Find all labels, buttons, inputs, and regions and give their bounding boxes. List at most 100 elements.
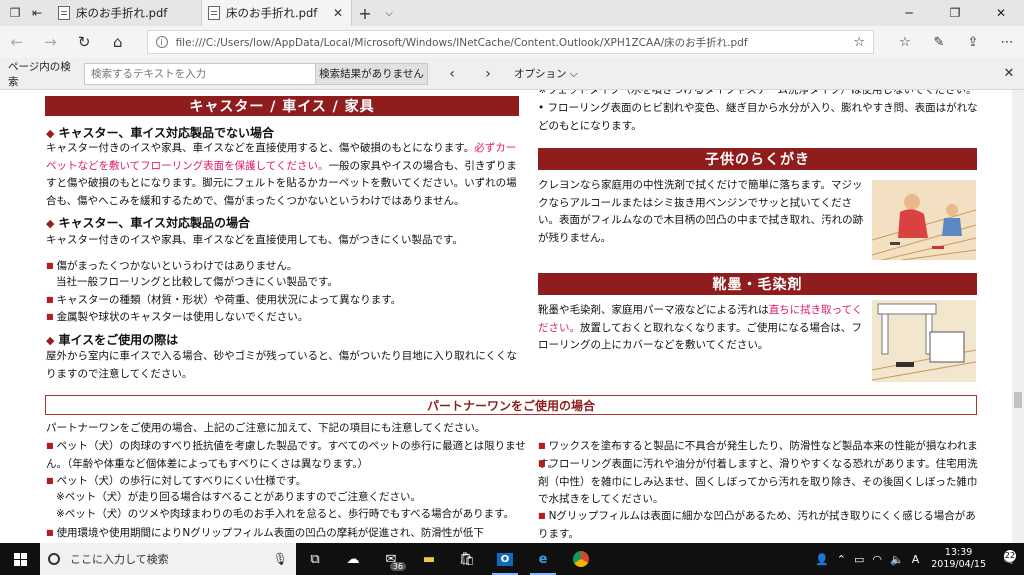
find-next-button[interactable]: › — [470, 66, 506, 82]
para-text: キャスター付きのイスや家具、車イスなどを直接使用すると、傷や破損のもとになります… — [46, 142, 475, 154]
list-item: ■ 傷がまったくつかないというわけではありません。 — [46, 257, 297, 275]
pdf-viewer[interactable]: キャスター / 車イス / 家具 ◆ キャスター、車イス対応製品でない場合 キャス… — [0, 90, 1024, 543]
tab-pdf-2[interactable]: 床のお手折れ.pdf ✕ — [202, 0, 352, 26]
find-options-button[interactable]: オプション ⌵ — [514, 66, 578, 81]
taskbar-search-placeholder: ここに入力して検索 — [70, 553, 169, 566]
minimize-button[interactable]: ─ — [886, 0, 932, 26]
find-bar: ページ内の検索 検索結果がありません ‹ › オプション ⌵ ✕ — [0, 58, 1024, 90]
paragraph-child: クレヨンなら家庭用の中性洗剤で拭くだけで簡単に落ちます。マジックならアルコールま… — [538, 179, 864, 244]
address-bar[interactable]: i file:///C:/Users/low/AppData/Local/Mic… — [146, 30, 874, 54]
input-method-icon[interactable]: A — [912, 553, 920, 566]
vertical-scrollbar[interactable] — [1012, 90, 1024, 543]
pdf-file-icon — [208, 6, 220, 20]
favorites-hub-icon[interactable]: ☆ — [888, 35, 922, 50]
taskbar-app-mail[interactable]: ✉ 36 — [372, 543, 410, 575]
new-tab-button[interactable]: + — [352, 0, 378, 26]
list-item: • フローリング表面のヒビ割れや変色、継ぎ目から水分が入り、膨れやすき問、表面は… — [538, 100, 978, 135]
info-icon[interactable]: i — [155, 36, 168, 48]
heading-text: キャスター、車イス対応製品でない場合 — [58, 126, 274, 140]
scrollbar-thumb[interactable] — [1014, 392, 1022, 408]
heading-text: キャスター、車イス対応製品の場合 — [58, 216, 250, 230]
heading-non-caster: ◆ キャスター、車イス対応製品でない場合 — [46, 124, 274, 141]
tab-preview-icon[interactable]: ❐ — [10, 6, 21, 20]
square-bullet-icon: ■ — [538, 459, 546, 468]
close-tab-icon[interactable]: ✕ — [331, 6, 345, 20]
taskbar-app-outlook[interactable]: O — [486, 543, 524, 575]
taskbar-app-edge[interactable]: e — [524, 543, 562, 575]
forward-button[interactable]: → — [34, 33, 68, 51]
heading-wheelchair: ◆ 車イスをご使用の際は — [46, 331, 178, 348]
square-bullet-icon: ■ — [538, 441, 546, 450]
taskbar-search[interactable]: ここに入力して検索 🎙 — [40, 543, 296, 575]
wifi-icon[interactable]: ◠ — [872, 553, 882, 566]
heading-caster: ◆ キャスター、車イス対応製品の場合 — [46, 214, 250, 231]
microphone-icon[interactable]: 🎙 — [273, 552, 288, 566]
taskbar-app-weather[interactable]: ☁ — [334, 543, 372, 575]
clock-date: 2019/04/15 — [931, 559, 986, 570]
tray-expand-icon[interactable]: ⌃ — [837, 553, 846, 566]
list-item: ■ フローリング表面に汚れや油分が付着しますと、滑りやすくなる恐れがあります。住宅… — [538, 455, 978, 509]
paragraph-non-caster: キャスター付きのイスや家具、車イスなどを直接使用すると、傷や破損のもとになります… — [46, 140, 522, 210]
notification-center-button[interactable]: 🗨 22 — [994, 549, 1024, 566]
taskbar: ここに入力して検索 🎙 ⧉ ☁ ✉ 36 ▬ 🛍 O e 👤 ⌃ ▭ ◠ 🔈 A … — [0, 543, 1024, 575]
restore-button[interactable]: ❐ — [932, 0, 978, 26]
square-bullet-icon: ■ — [46, 476, 54, 485]
task-view-button[interactable]: ⧉ — [296, 543, 334, 575]
list-text: 傷がまったくつかないというわけではありません。 — [56, 260, 298, 272]
diamond-icon: ◆ — [46, 127, 55, 140]
list-text: ペット（犬）の歩行に対してすべりにくい仕様です。 — [56, 475, 307, 487]
partner-heading: パートナーワンをご使用の場合 — [45, 395, 977, 415]
pen-icon[interactable]: ✎ — [922, 35, 956, 50]
home-button[interactable]: ⌂ — [101, 33, 135, 51]
notification-count: 22 — [1004, 549, 1016, 562]
clock[interactable]: 13:39 2019/04/15 — [931, 547, 986, 571]
taskbar-app-chrome[interactable] — [562, 543, 600, 575]
people-icon[interactable]: 👤 — [815, 553, 829, 566]
mail-badge: 36 — [389, 562, 406, 571]
heading-text: 車イスをご使用の際は — [58, 333, 179, 347]
section-band-child: 子供のらくがき — [538, 148, 977, 170]
list-text: フローリング表面に汚れや油分が付着しますと、滑りやすくなる恐れがあります。住宅用… — [538, 458, 978, 505]
tab-pdf-1[interactable]: 床のお手折れ.pdf — [52, 0, 202, 26]
square-bullet-icon: ■ — [46, 312, 54, 321]
list-text: フローリング表面のヒビ割れや変色、継ぎ目から水分が入り、膨れやすき問、表面はがれ… — [538, 102, 978, 132]
diamond-icon: ◆ — [46, 334, 55, 347]
system-tray: 👤 ⌃ ▭ ◠ 🔈 A 13:39 2019/04/15 🗨 22 — [811, 543, 1024, 575]
section-band-shoe: 靴墨・毛染剤 — [538, 273, 977, 295]
close-find-icon[interactable]: ✕ — [994, 66, 1024, 81]
partner-intro: パートナーワンをご使用の場合、上記のご注意に加えて、下記の項目にも注意してくださ… — [46, 422, 486, 434]
more-icon[interactable]: ⋯ — [990, 35, 1024, 50]
close-window-button[interactable]: ✕ — [978, 0, 1024, 26]
start-button[interactable] — [0, 552, 40, 566]
list-item: ■ キャスターの種類（材質・形状）や荷重、使用状況によって異なります。 — [46, 291, 401, 309]
tab-title: 床のお手折れ.pdf — [76, 6, 168, 20]
list-item: ■ 金属製や球状のキャスターは使用しないでください。 — [46, 308, 308, 326]
volume-icon[interactable]: 🔈 — [890, 553, 904, 566]
tab-list-chevron-icon[interactable]: ⌵ — [378, 0, 400, 26]
find-input[interactable] — [84, 62, 316, 85]
para-text: 靴墨や毛染剤、家庭用パーマ液などによる汚れは — [538, 304, 769, 316]
clock-time: 13:39 — [944, 547, 973, 558]
set-aside-tabs-icon[interactable]: ⇤ — [32, 6, 42, 20]
taskbar-app-explorer[interactable]: ▬ — [410, 543, 448, 575]
network-icon[interactable]: ▭ — [854, 553, 864, 566]
paragraph-caster: キャスター付きのイスや家具、車イスなどを直接使用しても、傷がつきにくい製品です。 — [46, 234, 463, 246]
find-options-label: オプション — [514, 68, 567, 80]
list-text: Nグリップフィルムは表面に細かな凹凸があるため、汚れが拭き取りにくく感じる場合が… — [538, 510, 976, 540]
outlook-icon: O — [496, 552, 514, 566]
para-text: 放置しておくと取れなくなります。ご使用になる場合は、フローリングの上にカバーなど… — [538, 321, 862, 352]
taskbar-app-store[interactable]: 🛍 — [448, 543, 486, 575]
list-item: ■ ペット（犬）の歩行に対してすべりにくい仕様です。 — [46, 472, 306, 490]
cortana-icon — [48, 553, 60, 565]
square-bullet-icon: ■ — [46, 295, 54, 304]
tab-title: 床のお手折れ.pdf — [226, 6, 318, 20]
address-url: file:///C:/Users/low/AppData/Local/Micro… — [175, 36, 748, 49]
share-icon[interactable]: ⇪ — [956, 35, 990, 50]
diamond-icon: ◆ — [46, 217, 55, 230]
find-prev-button[interactable]: ‹ — [434, 66, 470, 82]
paragraph-wheelchair: 屋外から室内に車イスで入る場合、砂やゴミが残っていると、傷がついたり目地に入り取… — [46, 350, 518, 380]
back-button[interactable]: ← — [0, 33, 34, 51]
list-item-sub: ※ペット（犬）のツメや肉球まわりの毛のお手入れを怠ると、歩行時でもすべる場合があ… — [56, 508, 515, 520]
favorite-star-icon[interactable]: ☆ — [853, 35, 865, 50]
refresh-button[interactable]: ↻ — [67, 33, 101, 51]
